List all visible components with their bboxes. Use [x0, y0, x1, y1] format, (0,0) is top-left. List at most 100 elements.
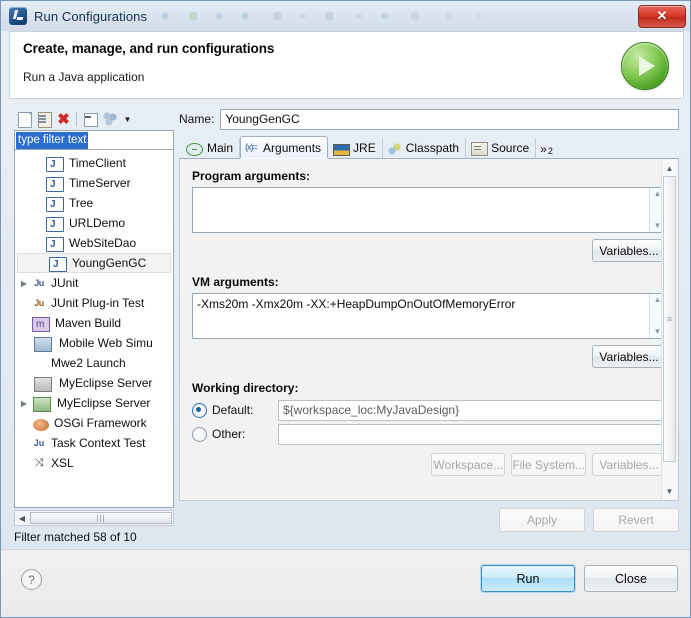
program-arguments-label: Program arguments: [192, 169, 311, 183]
working-directory-label: Working directory: [192, 381, 299, 395]
tree-item-myeclipse-server[interactable]: MyEclipse Server [15, 373, 173, 393]
working-directory-buttons: Workspace... File System... Variables... [192, 453, 666, 476]
chevron-down-icon[interactable]: ▼ [122, 111, 133, 128]
run-button[interactable]: Run [481, 565, 575, 592]
tree-item-label: MyEclipse Server [57, 396, 151, 410]
file-system-button[interactable]: File System... [511, 453, 586, 476]
tree-item-label: Mobile Web Simu [59, 336, 153, 350]
filter-icon[interactable] [102, 111, 119, 128]
page-subtitle: Run a Java application [23, 70, 145, 84]
configurations-tree-panel: ✖ ▼ type filter text TimeClient TimeServe… [14, 108, 174, 544]
dialog-footer: ? Run Close [1, 549, 690, 617]
tab-content-vertical-scrollbar[interactable]: ▲ ▼ [661, 160, 677, 499]
tree-item-label: XSL [51, 456, 74, 470]
expand-arrow-icon[interactable]: ▶ [17, 279, 31, 288]
program-variables-button[interactable]: Variables... [592, 239, 666, 262]
tree-item-timeserver[interactable]: TimeServer [15, 173, 173, 193]
working-directory-variables-button[interactable]: Variables... [592, 453, 666, 476]
filter-status-text: Filter matched 58 of 10 [14, 530, 137, 544]
tree-item-websitedao[interactable]: WebSiteDao [15, 233, 173, 253]
program-arguments-button-row: Variables... [192, 239, 666, 262]
scrollbar-thumb[interactable] [30, 512, 172, 524]
help-question-icon[interactable]: ? [21, 569, 42, 590]
program-arguments-value [193, 188, 649, 232]
tree-item-maven-build[interactable]: Maven Build [15, 313, 173, 333]
name-label: Name: [179, 112, 215, 126]
workspace-button[interactable]: Workspace... [431, 453, 506, 476]
delete-configuration-icon[interactable]: ✖ [56, 111, 71, 128]
default-directory-input[interactable]: ${workspace_loc:MyJavaDesign} [278, 399, 666, 421]
tab-label: Source [491, 141, 530, 155]
working-directory-other-row: Other: [192, 423, 666, 445]
tree-item-junit-plug-in-test[interactable]: Ju JUnit Plug-in Test [15, 293, 173, 313]
tree-item-label: YoungGenGC [72, 256, 147, 270]
other-directory-input[interactable] [278, 423, 666, 445]
close-button[interactable]: Close [584, 565, 678, 592]
tree-item-urldemo[interactable]: URLDemo [15, 213, 173, 233]
scrollbar-thumb[interactable] [663, 176, 676, 462]
tree-item-label: MyEclipse Server [59, 376, 153, 390]
tree-item-younggengc[interactable]: YoungGenGC [17, 253, 171, 273]
working-directory-default-row: Default: ${workspace_loc:MyJavaDesign} [192, 399, 666, 421]
configuration-panel: Name: YoungGenGC Main (x)= Arguments JRE Cla… [179, 108, 679, 540]
tab-classpath[interactable]: Classpath [383, 138, 467, 158]
java-application-icon [46, 236, 64, 252]
java-application-icon [46, 196, 64, 212]
toolbar-separator [76, 112, 77, 126]
title-bar-background-artifacts [153, 9, 632, 23]
tab-source[interactable]: Source [466, 138, 537, 158]
expand-arrow-icon[interactable]: ▶ [17, 399, 31, 408]
vm-arguments-section: VM arguments: -Xms20m -Xmx20m -XX:+HeapD… [192, 275, 666, 368]
duplicate-configuration-icon[interactable] [36, 111, 53, 128]
vm-arguments-textarea[interactable]: -Xms20m -Xmx20m -XX:+HeapDumpOnOutOfMemo… [192, 293, 666, 339]
scroll-left-icon[interactable]: ◀ [15, 514, 29, 523]
configurations-tree[interactable]: TimeClient TimeServer Tree URLDemo WebSiteDa… [14, 150, 174, 508]
revert-button[interactable]: Revert [593, 508, 679, 532]
filter-input-text: type filter text [16, 131, 89, 149]
apply-revert-row: Apply Revert [499, 508, 679, 532]
vm-arguments-label: VM arguments: [192, 275, 279, 289]
new-launch-configuration-icon[interactable] [16, 111, 33, 128]
tree-item-junit[interactable]: ▶ Ju JUnit [15, 273, 173, 293]
scroll-up-icon[interactable]: ▲ [663, 161, 677, 175]
default-radio[interactable] [192, 402, 207, 418]
mobile-web-simulator-icon [34, 336, 52, 352]
tree-item-task-context-test[interactable]: Ju Task Context Test [15, 433, 173, 453]
tree-item-myeclipse-server[interactable]: ▶ MyEclipse Server [15, 393, 173, 413]
tab-arguments[interactable]: (x)= Arguments [240, 136, 329, 159]
tree-item-label: Mwe2 Launch [51, 356, 126, 370]
collapse-all-icon[interactable] [82, 111, 99, 128]
name-input[interactable]: YoungGenGC [220, 108, 679, 130]
tab-jre[interactable]: JRE [328, 138, 383, 158]
tree-item-label: TimeServer [69, 176, 131, 190]
dialog-body: ✖ ▼ type filter text TimeClient TimeServe… [9, 105, 684, 549]
tree-item-tree[interactable]: Tree [15, 193, 173, 213]
java-application-icon [49, 256, 67, 272]
page-title: Create, manage, and run configurations [23, 41, 275, 56]
other-radio[interactable] [192, 426, 207, 442]
tree-horizontal-scrollbar[interactable]: ◀ [14, 510, 174, 526]
tree-item-mwe2-launch[interactable]: Mwe2 Launch [15, 353, 173, 373]
tree-item-osgi-framework[interactable]: OSGi Framework [15, 413, 173, 433]
osgi-framework-icon [33, 418, 49, 431]
footer-buttons: Run Close [481, 565, 678, 592]
tab-label: JRE [353, 141, 376, 155]
scroll-down-icon[interactable]: ▼ [663, 484, 677, 498]
vm-variables-button[interactable]: Variables... [592, 345, 666, 368]
apply-button[interactable]: Apply [499, 508, 585, 532]
scrollbar-track[interactable] [663, 176, 676, 483]
tab-label: Main [207, 141, 234, 155]
tree-item-xsl[interactable]: ⤨ XSL [15, 453, 173, 473]
window-close-button[interactable]: ✕ [638, 4, 686, 28]
tab-main[interactable]: Main [181, 138, 241, 158]
junit-icon: Ju [34, 278, 44, 288]
tree-item-timeclient[interactable]: TimeClient [15, 153, 173, 173]
program-arguments-textarea[interactable]: ▲ ▼ [192, 187, 666, 233]
tree-item-label: OSGi Framework [54, 416, 147, 430]
tree-item-mobile-web-simu[interactable]: Mobile Web Simu [15, 333, 173, 353]
tab-bar: Main (x)= Arguments JRE Classpath Source » 2 [179, 136, 679, 159]
tab-overflow-button[interactable]: » 2 [536, 142, 557, 158]
maven-build-icon [32, 316, 50, 332]
tab-label: Arguments [263, 140, 322, 155]
filter-input[interactable]: type filter text [14, 130, 174, 150]
